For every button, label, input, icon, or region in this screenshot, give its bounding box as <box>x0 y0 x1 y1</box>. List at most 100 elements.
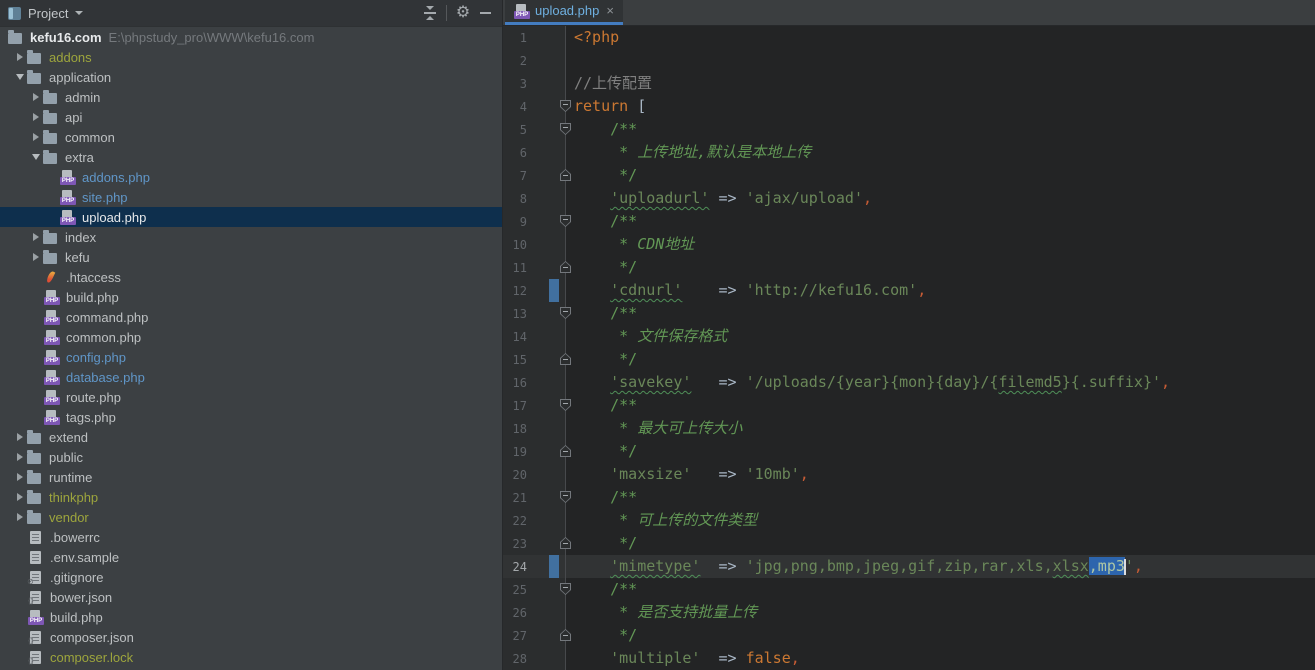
fold-end-icon[interactable] <box>560 261 571 273</box>
tree-item-extra[interactable]: extra <box>0 147 502 167</box>
code-text[interactable]: */ <box>566 532 1315 555</box>
fold-start-icon[interactable] <box>560 100 571 112</box>
tree-item-common.php[interactable]: PHPcommon.php <box>0 327 502 347</box>
code-text[interactable]: //上传配置 <box>566 72 1315 95</box>
code-text[interactable]: 'cdnurl' => 'http://kefu16.com', <box>566 279 1315 302</box>
code-text[interactable]: * 可上传的文件类型 <box>566 509 1315 532</box>
fold-end-icon[interactable] <box>560 537 571 549</box>
code-line-12[interactable]: 12 'cdnurl' => 'http://kefu16.com', <box>503 279 1315 302</box>
code-line-20[interactable]: 20 'maxsize' => '10mb', <box>503 463 1315 486</box>
code-text[interactable]: 'mimetype' => 'jpg,png,bmp,jpeg,gif,zip,… <box>566 555 1315 578</box>
code-text[interactable]: 'multiple' => false, <box>566 647 1315 670</box>
tree-item-runtime[interactable]: runtime <box>0 467 502 487</box>
code-text[interactable]: <?php <box>566 26 1315 49</box>
tree-item-extend[interactable]: extend <box>0 427 502 447</box>
code-text[interactable]: /** <box>566 486 1315 509</box>
fold-end-icon[interactable] <box>560 445 571 457</box>
tree-item-composer.json[interactable]: {}composer.json <box>0 627 502 647</box>
collapse-all-button[interactable] <box>419 3 441 23</box>
tree-item-.env.sample[interactable]: .env.sample <box>0 547 502 567</box>
tree-item-vendor[interactable]: vendor <box>0 507 502 527</box>
code-line-26[interactable]: 26 * 是否支持批量上传 <box>503 601 1315 624</box>
code-line-7[interactable]: 7 */ <box>503 164 1315 187</box>
code-text[interactable]: /** <box>566 394 1315 417</box>
chevron-collapsed-icon[interactable] <box>28 233 43 241</box>
code-line-8[interactable]: 8 'uploadurl' => 'ajax/upload', <box>503 187 1315 210</box>
code-text[interactable]: */ <box>566 256 1315 279</box>
code-line-23[interactable]: 23 */ <box>503 532 1315 555</box>
tree-item-route.php[interactable]: PHProute.php <box>0 387 502 407</box>
code-text[interactable]: */ <box>566 624 1315 647</box>
editor-tab-upload-php[interactable]: PHP upload.php × <box>505 0 623 25</box>
tree-item-database.php[interactable]: PHPdatabase.php <box>0 367 502 387</box>
code-text[interactable]: * 上传地址,默认是本地上传 <box>566 141 1315 164</box>
code-text[interactable]: 'maxsize' => '10mb', <box>566 463 1315 486</box>
code-line-3[interactable]: 3//上传配置 <box>503 72 1315 95</box>
tree-item-composer.lock[interactable]: {}composer.lock <box>0 647 502 667</box>
code-text[interactable]: /** <box>566 210 1315 233</box>
tree-item-tags.php[interactable]: PHPtags.php <box>0 407 502 427</box>
code-line-6[interactable]: 6 * 上传地址,默认是本地上传 <box>503 141 1315 164</box>
code-line-4[interactable]: 4return [ <box>503 95 1315 118</box>
code-text[interactable]: * 文件保存格式 <box>566 325 1315 348</box>
fold-start-icon[interactable] <box>560 583 571 595</box>
code-text[interactable]: * 是否支持批量上传 <box>566 601 1315 624</box>
chevron-collapsed-icon[interactable] <box>12 513 27 521</box>
tree-item-admin[interactable]: admin <box>0 87 502 107</box>
code-text[interactable]: 'uploadurl' => 'ajax/upload', <box>566 187 1315 210</box>
code-text[interactable]: */ <box>566 164 1315 187</box>
fold-start-icon[interactable] <box>560 215 571 227</box>
code-line-11[interactable]: 11 */ <box>503 256 1315 279</box>
tree-item-site.php[interactable]: PHPsite.php <box>0 187 502 207</box>
tree-item-.htaccess[interactable]: .htaccess <box>0 267 502 287</box>
code-line-28[interactable]: 28 'multiple' => false, <box>503 647 1315 670</box>
fold-end-icon[interactable] <box>560 629 571 641</box>
chevron-collapsed-icon[interactable] <box>12 473 27 481</box>
chevron-down-icon[interactable] <box>75 11 83 15</box>
code-text[interactable]: return [ <box>566 95 1315 118</box>
tree-item-.gitignore[interactable]: ⊘.gitignore <box>0 567 502 587</box>
code-line-19[interactable]: 19 */ <box>503 440 1315 463</box>
code-text[interactable]: /** <box>566 118 1315 141</box>
settings-button[interactable]: ⚙ <box>452 3 474 23</box>
chevron-collapsed-icon[interactable] <box>28 93 43 101</box>
hide-panel-button[interactable] <box>474 3 496 23</box>
tree-item-index[interactable]: index <box>0 227 502 247</box>
chevron-collapsed-icon[interactable] <box>12 433 27 441</box>
code-line-15[interactable]: 15 */ <box>503 348 1315 371</box>
tree-item-kefu16.com[interactable]: kefu16.comE:\phpstudy_pro\WWW\kefu16.com <box>0 27 502 47</box>
tree-item-.bowerrc[interactable]: .bowerrc <box>0 527 502 547</box>
chevron-collapsed-icon[interactable] <box>28 133 43 141</box>
code-text[interactable]: /** <box>566 578 1315 601</box>
fold-start-icon[interactable] <box>560 307 571 319</box>
code-text[interactable]: * CDN地址 <box>566 233 1315 256</box>
tree-item-build.php[interactable]: PHPbuild.php <box>0 287 502 307</box>
code-line-17[interactable]: 17 /** <box>503 394 1315 417</box>
code-line-22[interactable]: 22 * 可上传的文件类型 <box>503 509 1315 532</box>
code-line-24[interactable]: 24 'mimetype' => 'jpg,png,bmp,jpeg,gif,z… <box>503 555 1315 578</box>
code-line-27[interactable]: 27 */ <box>503 624 1315 647</box>
code-text[interactable]: */ <box>566 440 1315 463</box>
tree-item-addons.php[interactable]: PHPaddons.php <box>0 167 502 187</box>
code-line-14[interactable]: 14 * 文件保存格式 <box>503 325 1315 348</box>
chevron-collapsed-icon[interactable] <box>12 453 27 461</box>
tree-item-upload.php[interactable]: PHPupload.php <box>0 207 502 227</box>
fold-start-icon[interactable] <box>560 399 571 411</box>
tree-item-thinkphp[interactable]: thinkphp <box>0 487 502 507</box>
code-text[interactable]: */ <box>566 348 1315 371</box>
code-line-5[interactable]: 5 /** <box>503 118 1315 141</box>
tree-item-public[interactable]: public <box>0 447 502 467</box>
code-line-18[interactable]: 18 * 最大可上传大小 <box>503 417 1315 440</box>
code-line-13[interactable]: 13 /** <box>503 302 1315 325</box>
code-text[interactable]: * 最大可上传大小 <box>566 417 1315 440</box>
code-line-1[interactable]: 1<?php <box>503 26 1315 49</box>
chevron-collapsed-icon[interactable] <box>28 113 43 121</box>
code-text[interactable]: /** <box>566 302 1315 325</box>
tree-item-api[interactable]: api <box>0 107 502 127</box>
tree-item-kefu[interactable]: kefu <box>0 247 502 267</box>
tree-item-common[interactable]: common <box>0 127 502 147</box>
code-editor[interactable]: 1<?php23//上传配置4return [5 /**6 * 上传地址,默认是… <box>503 26 1315 670</box>
tree-item-command.php[interactable]: PHPcommand.php <box>0 307 502 327</box>
fold-start-icon[interactable] <box>560 491 571 503</box>
tree-item-config.php[interactable]: PHPconfig.php <box>0 347 502 367</box>
